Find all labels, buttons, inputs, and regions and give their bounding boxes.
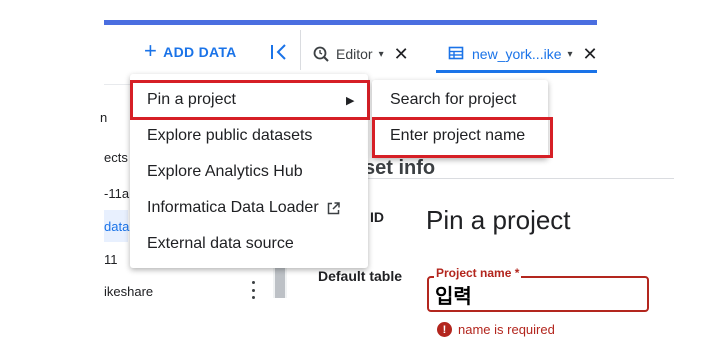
dataset-id-label: ID — [370, 209, 384, 225]
close-icon[interactable]: ✕ — [394, 44, 409, 65]
menu-item-explore-public-datasets[interactable]: Explore public datasets — [130, 118, 368, 154]
tab-table-label: new_york...ike — [472, 46, 562, 62]
active-tab-indicator — [436, 70, 597, 73]
menu-item-label: Explore Analytics Hub — [147, 163, 303, 180]
explorer-row[interactable]: n — [100, 110, 107, 125]
menu-item-informatica-data-loader[interactable]: Informatica Data Loader — [130, 190, 368, 226]
dataset-info-title: set info — [364, 157, 436, 179]
collapse-panel-icon[interactable] — [268, 41, 290, 63]
submenu-item-label: Search for project — [390, 91, 517, 108]
explorer-row[interactable]: ects — [104, 150, 128, 165]
pin-project-highlight — [130, 80, 370, 120]
project-name-input[interactable] — [435, 282, 641, 306]
tab-editor[interactable]: Editor ▾ ✕ — [312, 38, 409, 70]
validation-error: ! name is required — [437, 322, 555, 337]
menu-item-explore-analytics-hub[interactable]: Explore Analytics Hub — [130, 154, 368, 190]
table-icon — [448, 45, 466, 63]
more-vert-icon[interactable] — [250, 281, 256, 299]
open-in-new-icon — [327, 201, 340, 215]
dataset-divider — [318, 178, 674, 179]
explorer-row[interactable]: data — [104, 219, 129, 234]
explorer-row[interactable]: -11a — [104, 186, 129, 201]
chevron-down-icon[interactable]: ▾ — [379, 49, 384, 60]
explorer-row[interactable]: 11 — [104, 252, 118, 267]
chevron-down-icon[interactable]: ▾ — [567, 49, 572, 60]
menu-item-external-data-source[interactable]: External data source — [130, 226, 368, 262]
add-data-button[interactable]: + ADD DATA — [144, 38, 237, 63]
toolbar-divider — [300, 30, 301, 70]
tab-editor-label: Editor — [336, 46, 373, 62]
tab-table[interactable]: new_york...ike ▾ ✕ — [436, 38, 604, 70]
enter-project-name-highlight — [372, 117, 553, 158]
menu-item-label: External data source — [147, 235, 294, 252]
dialog-title: Pin a project — [426, 205, 571, 235]
close-icon[interactable]: ✕ — [583, 44, 598, 65]
error-icon: ! — [437, 322, 452, 337]
plus-icon: + — [144, 38, 158, 63]
default-table-label: Default table — [318, 268, 403, 284]
explorer-row[interactable]: ikeshare — [104, 284, 153, 299]
menu-item-label: Explore public datasets — [147, 127, 313, 144]
error-text: name is required — [458, 322, 555, 337]
add-data-label: ADD DATA — [163, 44, 237, 60]
menu-item-label: Informatica Data Loader — [147, 199, 319, 216]
project-name-label: Project name * — [434, 266, 522, 280]
query-icon — [312, 45, 330, 63]
submenu-item-search-project[interactable]: Search for project — [372, 82, 548, 118]
